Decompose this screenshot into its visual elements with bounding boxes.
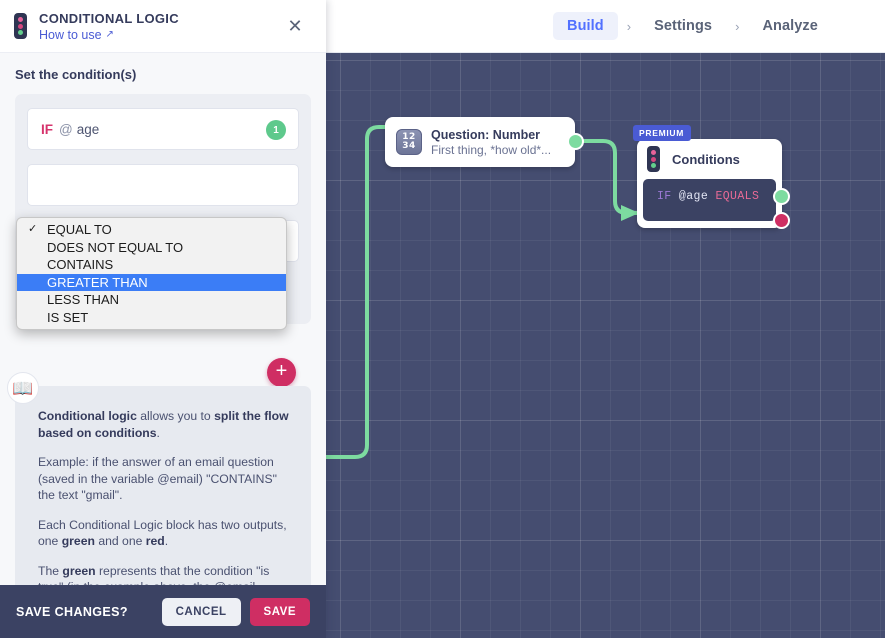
panel-header: CONDITIONAL LOGIC How to use ↗ ✕ (0, 0, 326, 53)
dropdown-option-label: GREATER THAN (47, 274, 148, 290)
cancel-button[interactable]: CANCEL (161, 597, 241, 626)
app-root: Build › Settings › Analyze 12 34 Questio… (0, 0, 885, 638)
help-p3-bold-green: green (61, 534, 95, 548)
help-p1-text-b: allows you to (136, 409, 215, 423)
question-output-port[interactable] (567, 133, 584, 150)
expr-if-keyword: IF (657, 190, 672, 203)
condition-count-badge: 1 (266, 120, 286, 140)
node-conditions[interactable]: PREMIUM Conditions IF @age EQUALS (633, 125, 790, 229)
traffic-light-icon (647, 146, 660, 172)
node-conditions-expression-row[interactable]: IF @age EQUALS (643, 179, 790, 229)
at-symbol-icon: @ (59, 121, 73, 137)
check-icon: ✓ (28, 223, 38, 235)
save-changes-bar: SAVE CHANGES? CANCEL SAVE (0, 585, 326, 638)
dropdown-option-does-not-equal-to[interactable]: DOES NOT EQUAL TO (17, 239, 286, 257)
operator-dropdown-popup[interactable]: ✓ EQUAL TO DOES NOT EQUAL TO CONTAINS GR… (16, 217, 287, 330)
condition-expression: IF @age EQUALS (657, 190, 776, 203)
panel-header-text: CONDITIONAL LOGIC How to use ↗ (39, 11, 179, 42)
help-p3-text-c: and one (94, 534, 146, 548)
node-question-number[interactable]: 12 34 Question: Number First thing, *how… (385, 117, 584, 167)
nav-separator-chevron-icon: › (626, 18, 632, 34)
premium-badge: PREMIUM (633, 125, 692, 141)
help-p1-text-d: . (156, 425, 160, 440)
dropdown-option-greater-than[interactable]: GREATER THAN (17, 273, 286, 291)
how-to-use-link[interactable]: How to use ↗ (39, 28, 179, 42)
expr-operator: EQUALS (715, 190, 760, 203)
help-p1-bold-a: Conditional logic (38, 409, 137, 423)
node-conditions-title: Conditions (672, 151, 740, 167)
help-p4-bold-green: green (62, 563, 96, 578)
save-button[interactable]: SAVE (249, 597, 310, 626)
how-to-use-label: How to use (39, 27, 102, 42)
expr-variable: @age (678, 190, 709, 203)
condition-operator-select[interactable] (27, 164, 299, 206)
flow-canvas[interactable]: 12 34 Question: Number First thing, *how… (325, 53, 885, 638)
node-conditions-header: Conditions (637, 139, 782, 179)
dropdown-option-label: CONTAINS (47, 257, 114, 272)
help-paragraph-2: Example: if the answer of an email quest… (38, 455, 277, 502)
conditions-false-output-port[interactable] (773, 212, 790, 229)
save-changes-label: SAVE CHANGES? (16, 604, 128, 619)
help-p3-bold-red: red (145, 534, 165, 548)
page-title: CONDITIONAL LOGIC (39, 10, 179, 26)
dropdown-option-label: EQUAL TO (47, 222, 112, 237)
node-question-subtitle: First thing, *how old*... (431, 142, 552, 157)
help-paragraph-1: Conditional logic allows you to split th… (38, 408, 295, 441)
conditions-true-output-port[interactable] (773, 188, 790, 205)
tab-analyze[interactable]: Analyze (748, 12, 832, 40)
help-paragraph-3: Each Conditional Logic block has two out… (38, 517, 295, 550)
help-p3-text-e: . (164, 534, 169, 548)
panel-body: Set the condition(s) IF @ age 1 VARIABLE… (0, 53, 326, 628)
add-condition-button[interactable]: + (267, 358, 296, 387)
dropdown-option-label: DOES NOT EQUAL TO (47, 239, 184, 255)
dropdown-option-is-set[interactable]: IS SET (17, 309, 286, 327)
condition-variable-value: age (76, 121, 100, 137)
dropdown-option-less-than[interactable]: LESS THAN (17, 291, 286, 309)
help-p4-text-a: The (38, 563, 63, 578)
dropdown-option-equal-to[interactable]: ✓ EQUAL TO (17, 221, 286, 239)
nav-tabs: Build › Settings › Analyze (553, 12, 832, 40)
dropdown-option-contains[interactable]: CONTAINS (17, 256, 286, 274)
section-label-conditions: Set the condition(s) (15, 67, 137, 82)
field-if-keyword: IF (41, 121, 53, 137)
conditional-logic-panel: CONDITIONAL LOGIC How to use ↗ ✕ Set the… (0, 0, 326, 638)
dropdown-option-label: IS SET (47, 309, 89, 325)
dropdown-option-label: LESS THAN (47, 292, 120, 307)
book-icon: 📖 (7, 372, 39, 404)
number-icon-bottom: 34 (402, 141, 416, 151)
external-link-icon: ↗ (105, 29, 114, 40)
condition-variable-field[interactable]: IF @ age 1 (27, 108, 299, 150)
node-question-title: Question: Number (431, 127, 541, 142)
tab-settings[interactable]: Settings (640, 12, 726, 40)
nav-separator-chevron-icon: › (735, 18, 740, 34)
number-keypad-icon: 12 34 (396, 129, 422, 155)
tab-build[interactable]: Build (553, 12, 618, 40)
node-question-text: Question: Number First thing, *how old*.… (431, 128, 551, 157)
traffic-light-icon (14, 13, 27, 39)
close-icon[interactable]: ✕ (286, 17, 304, 35)
